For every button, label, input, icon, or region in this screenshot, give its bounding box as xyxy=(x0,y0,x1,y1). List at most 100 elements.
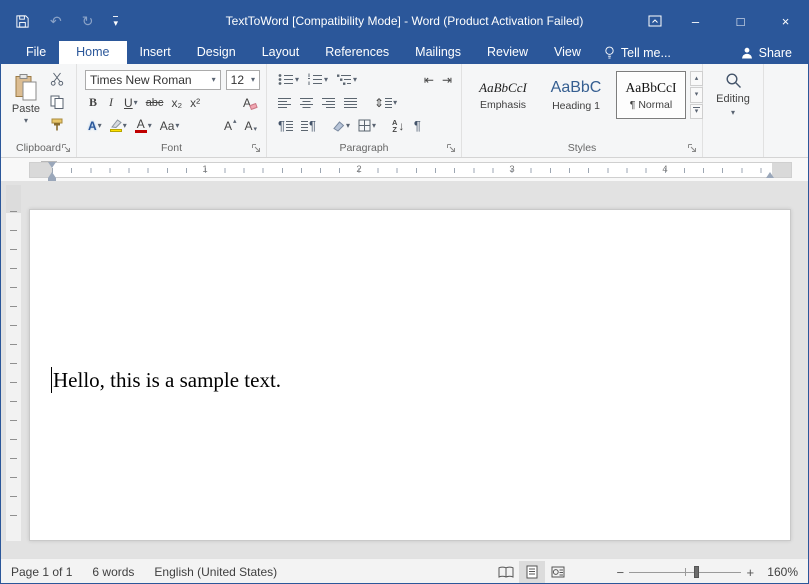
underline-button[interactable]: U ▾ xyxy=(121,93,141,113)
copy-button[interactable] xyxy=(47,92,67,112)
format-painter-button[interactable] xyxy=(47,115,67,135)
right-indent-marker[interactable] xyxy=(766,172,774,178)
change-case-button[interactable]: Aa ▾ xyxy=(157,116,183,136)
language-indicator[interactable]: English (United States) xyxy=(144,559,287,584)
zoom-slider-handle[interactable] xyxy=(694,566,699,578)
styles-gallery-more-button[interactable]: ▾ xyxy=(690,104,703,119)
bold-button[interactable]: B xyxy=(85,93,101,113)
editing-group: Editing ▾ xyxy=(703,64,764,157)
minus-icon: − xyxy=(617,565,625,580)
grow-font-button[interactable]: A ▴ xyxy=(221,116,240,136)
document-area: Hello, this is a sample text. xyxy=(1,181,808,558)
style-emphasis[interactable]: AaBbCcI Emphasis xyxy=(470,71,536,119)
zoom-in-button[interactable]: + xyxy=(741,565,759,580)
editing-menu-button[interactable]: Editing ▾ xyxy=(703,72,763,134)
save-button[interactable] xyxy=(15,14,30,29)
align-left-icon xyxy=(278,97,292,109)
tab-view[interactable]: View xyxy=(541,41,594,64)
right-to-left-button[interactable]: ¶ xyxy=(298,116,319,136)
ribbon-tab-bar: File Home Insert Design Layout Reference… xyxy=(1,41,808,64)
pilcrow-icon: ¶ xyxy=(309,118,316,133)
font-dialog-launcher[interactable] xyxy=(251,142,262,153)
maximize-icon: □ xyxy=(737,14,745,29)
share-button[interactable]: Share xyxy=(725,41,808,64)
read-mode-button[interactable] xyxy=(493,561,519,583)
status-bar-right: − + 160% xyxy=(493,559,808,584)
document-page[interactable]: Hello, this is a sample text. xyxy=(29,209,791,541)
borders-button[interactable]: ▾ xyxy=(355,116,379,136)
shading-button[interactable]: ▾ xyxy=(329,116,353,136)
document-text[interactable]: Hello, this is a sample text. xyxy=(53,368,281,393)
tab-file[interactable]: File xyxy=(13,41,59,64)
zoom-level[interactable]: 160% xyxy=(759,565,808,579)
word-count[interactable]: 6 words xyxy=(82,559,144,584)
vertical-ruler[interactable] xyxy=(6,185,21,541)
styles-scroll-down-button[interactable]: ▾ xyxy=(690,87,703,102)
paste-button[interactable]: Paste ▾ xyxy=(7,69,45,141)
web-layout-button[interactable] xyxy=(545,561,571,583)
superscript-button[interactable]: x² xyxy=(187,93,203,113)
minimize-button[interactable]: – xyxy=(673,1,718,41)
chevron-down-icon: ▾ xyxy=(393,99,397,107)
redo-button[interactable]: ↻ xyxy=(82,13,94,30)
tab-home[interactable]: Home xyxy=(59,41,126,64)
align-left-button[interactable] xyxy=(275,93,295,113)
tab-layout[interactable]: Layout xyxy=(249,41,313,64)
chevron-down-icon: ▾ xyxy=(346,122,350,130)
text-highlight-button[interactable]: ▾ xyxy=(107,116,130,136)
print-layout-button[interactable] xyxy=(519,561,545,583)
left-to-right-button[interactable]: ¶ xyxy=(275,116,296,136)
horizontal-ruler[interactable]: 1 2 3 4 xyxy=(29,162,792,178)
align-center-button[interactable] xyxy=(297,93,317,113)
increase-indent-button[interactable]: ⇥ xyxy=(439,70,455,90)
tab-mailings[interactable]: Mailings xyxy=(402,41,474,64)
styles-scroll-up-button[interactable]: ▴ xyxy=(690,71,703,86)
close-button[interactable]: × xyxy=(763,1,808,41)
chevron-down-icon: ▾ xyxy=(353,76,357,84)
style-heading-1[interactable]: AaBbC Heading 1 xyxy=(540,71,612,119)
show-hide-marks-button[interactable]: ¶ xyxy=(409,116,425,136)
text-effects-button[interactable]: A ▾ xyxy=(85,116,105,136)
tab-insert[interactable]: Insert xyxy=(127,41,184,64)
font-family-combo[interactable]: Times New Roman ▾ xyxy=(85,70,221,90)
tab-design[interactable]: Design xyxy=(184,41,249,64)
customize-qat-button[interactable]: ▾ xyxy=(113,16,118,27)
cut-button[interactable] xyxy=(47,69,67,89)
close-icon: × xyxy=(782,14,790,29)
decrease-indent-button[interactable]: ⇤ xyxy=(421,70,437,90)
strikethrough-button[interactable]: abc xyxy=(143,93,167,113)
page-indicator[interactable]: Page 1 of 1 xyxy=(1,559,82,584)
tab-review[interactable]: Review xyxy=(474,41,541,64)
copy-icon xyxy=(50,95,64,109)
zoom-out-button[interactable]: − xyxy=(611,565,629,580)
shrink-font-button[interactable]: A ▾ xyxy=(241,116,260,136)
multilevel-list-button[interactable]: ▾ xyxy=(333,70,360,90)
ribbon-display-options-button[interactable] xyxy=(637,1,673,41)
clipboard-dialog-launcher[interactable] xyxy=(61,142,72,153)
justify-button[interactable] xyxy=(341,93,361,113)
tell-me-box[interactable]: Tell me... xyxy=(594,41,681,64)
clear-formatting-button[interactable]: A xyxy=(240,93,260,113)
paragraph-dialog-launcher[interactable] xyxy=(446,142,457,153)
sort-button[interactable]: A Z ↓ xyxy=(389,116,407,136)
styles-dialog-launcher[interactable] xyxy=(687,142,698,153)
undo-button[interactable]: ↶ xyxy=(50,13,62,30)
italic-button[interactable]: I xyxy=(103,93,119,113)
first-line-indent-marker[interactable] xyxy=(48,162,56,168)
font-size-combo[interactable]: 12 ▾ xyxy=(226,70,260,90)
align-right-button[interactable] xyxy=(319,93,339,113)
left-indent-marker[interactable] xyxy=(48,172,56,178)
redo-icon: ↻ xyxy=(82,13,94,30)
line-spacing-button[interactable]: ⇕ ▾ xyxy=(371,93,400,113)
zoom-slider[interactable] xyxy=(629,565,741,579)
subscript-button[interactable]: x₂ xyxy=(168,93,185,113)
style-normal[interactable]: AaBbCcI ¶ Normal xyxy=(616,71,686,119)
tab-references[interactable]: References xyxy=(312,41,402,64)
numbering-button[interactable]: ▾ xyxy=(304,70,331,90)
bullets-button[interactable]: ▾ xyxy=(275,70,302,90)
numbering-icon xyxy=(307,73,323,86)
down-arrow-icon: ▾ xyxy=(695,108,699,115)
multilevel-list-icon xyxy=(336,73,352,86)
font-color-button[interactable]: A ▾ xyxy=(132,116,155,136)
maximize-button[interactable]: □ xyxy=(718,1,763,41)
